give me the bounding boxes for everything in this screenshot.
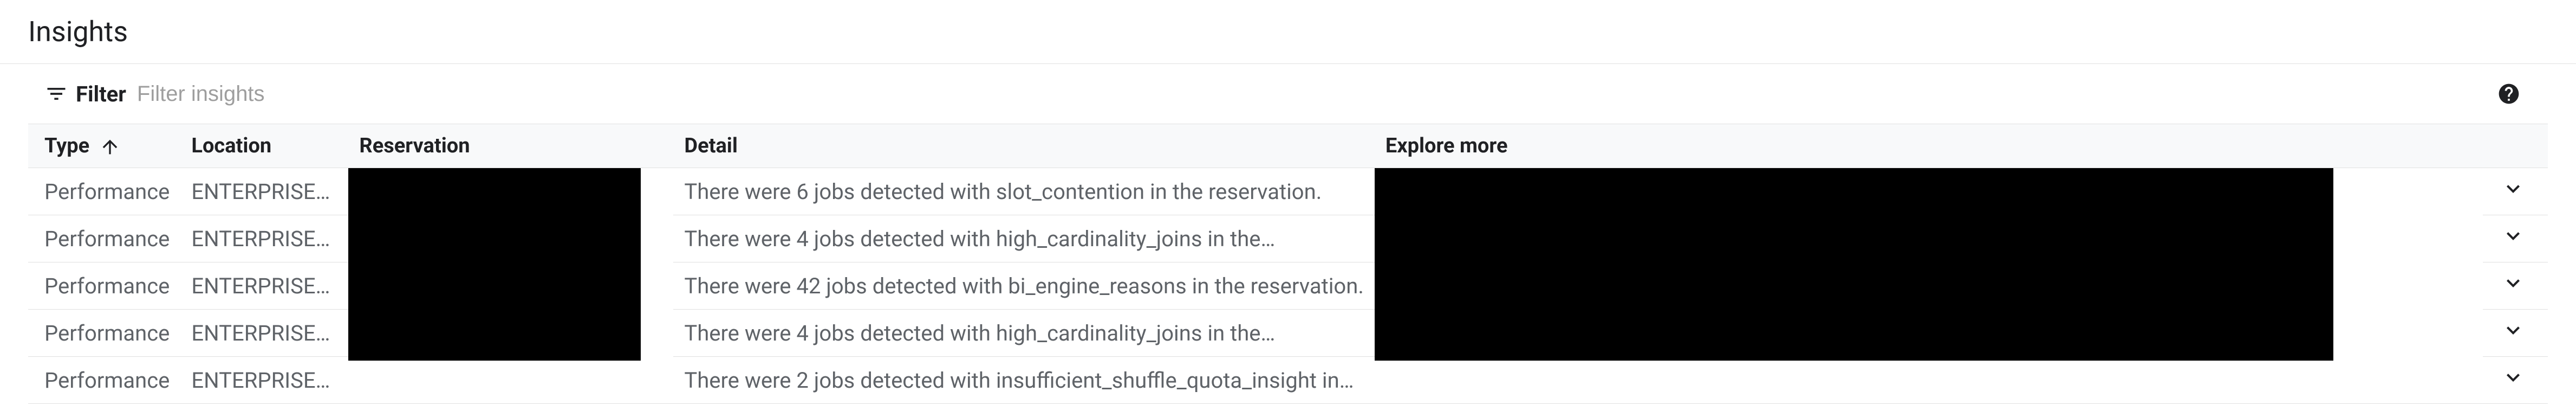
cell-type: Performance bbox=[28, 262, 180, 310]
cell-location: ENTERPRISE… bbox=[180, 215, 348, 262]
cell-expand[interactable] bbox=[2483, 262, 2548, 310]
help-icon[interactable] bbox=[2496, 81, 2522, 107]
cell-type: Performance bbox=[28, 310, 180, 357]
column-header-type[interactable]: Type bbox=[28, 124, 180, 168]
chevron-down-icon bbox=[2500, 317, 2526, 343]
cell-reservation-redacted bbox=[348, 168, 673, 404]
cell-expand[interactable] bbox=[2483, 215, 2548, 262]
column-header-reservation[interactable]: Reservation bbox=[348, 124, 673, 168]
cell-detail: There were 4 jobs detected with high_car… bbox=[673, 215, 1375, 262]
cell-explore-redacted bbox=[1375, 168, 2483, 404]
cell-expand[interactable] bbox=[2483, 168, 2548, 215]
cell-location: ENTERPRISE… bbox=[180, 357, 348, 404]
cell-detail: There were 42 jobs detected with bi_engi… bbox=[673, 262, 1375, 310]
column-header-explore[interactable]: Explore more bbox=[1375, 124, 2483, 168]
filter-icon bbox=[43, 81, 69, 107]
column-header-type-label: Type bbox=[44, 134, 89, 158]
cell-location: ENTERPRISE… bbox=[180, 262, 348, 310]
chevron-down-icon bbox=[2500, 364, 2526, 390]
chevron-down-icon bbox=[2500, 176, 2526, 202]
cell-detail: There were 4 jobs detected with high_car… bbox=[673, 310, 1375, 357]
column-header-expand bbox=[2483, 124, 2548, 168]
column-header-detail[interactable]: Detail bbox=[673, 124, 1375, 168]
redacted-explore-block bbox=[1375, 168, 2333, 361]
cell-type: Performance bbox=[28, 215, 180, 262]
cell-type: Performance bbox=[28, 357, 180, 404]
redacted-reservation-block bbox=[348, 168, 641, 361]
cell-expand[interactable] bbox=[2483, 310, 2548, 357]
cell-expand[interactable] bbox=[2483, 357, 2548, 404]
table-header-row: Type Location Reservation Detail Explore… bbox=[28, 124, 2548, 168]
table-row: Performance ENTERPRISE… There were 6 job… bbox=[28, 168, 2548, 215]
cell-location: ENTERPRISE… bbox=[180, 310, 348, 357]
insights-table: Type Location Reservation Detail Explore… bbox=[28, 124, 2548, 404]
cell-type: Performance bbox=[28, 168, 180, 215]
filter-input[interactable] bbox=[137, 82, 2496, 106]
chevron-down-icon bbox=[2500, 270, 2526, 296]
cell-detail: There were 6 jobs detected with slot_con… bbox=[673, 168, 1375, 215]
sort-ascending-icon bbox=[99, 136, 121, 158]
filter-label: Filter bbox=[76, 81, 126, 107]
column-header-location[interactable]: Location bbox=[180, 124, 348, 168]
page-title: Insights bbox=[0, 0, 2576, 63]
cell-location: ENTERPRISE… bbox=[180, 168, 348, 215]
cell-detail: There were 2 jobs detected with insuffic… bbox=[673, 357, 1375, 404]
filter-bar: Filter bbox=[0, 64, 2576, 124]
chevron-down-icon bbox=[2500, 223, 2526, 249]
